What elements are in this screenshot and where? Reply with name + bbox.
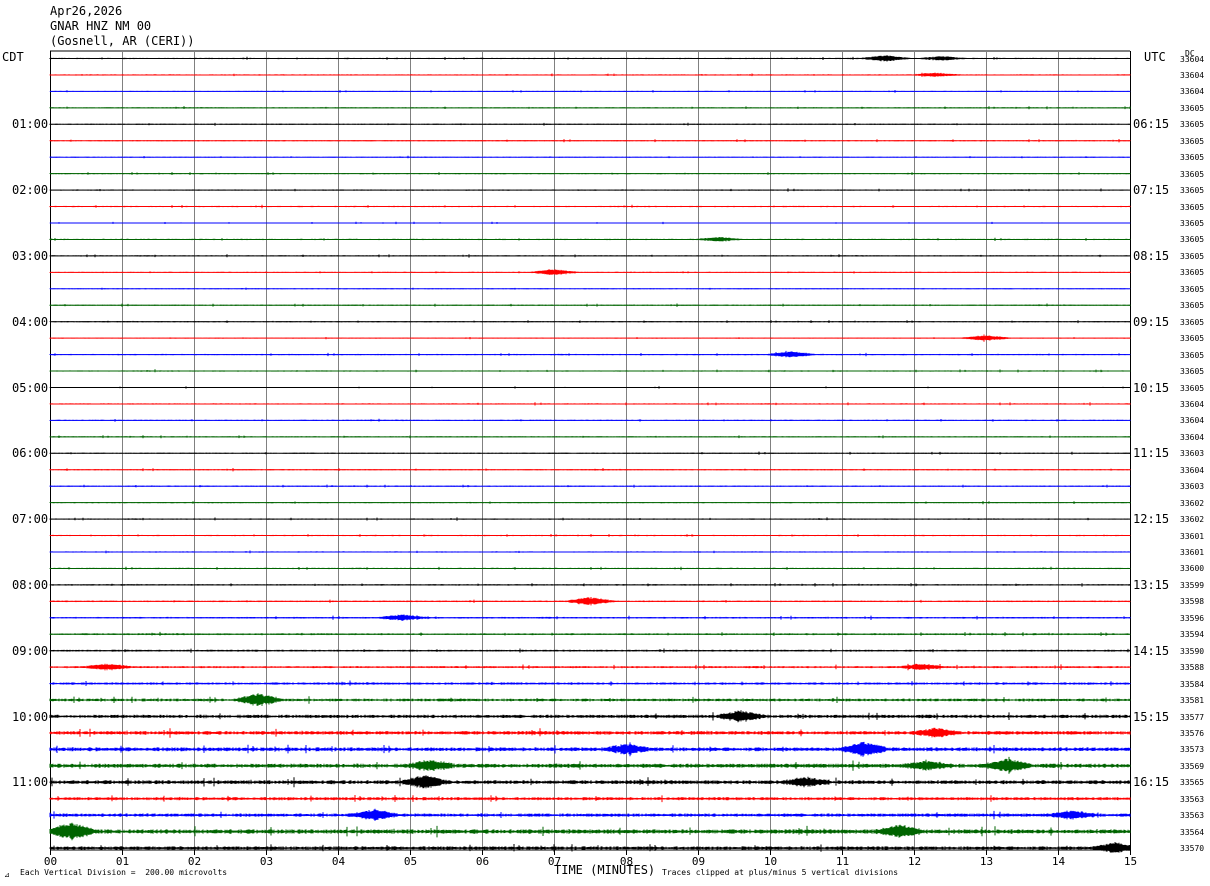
x-tick-label: 03: [260, 855, 273, 866]
x-tick-label: 04: [332, 855, 346, 866]
scale-note: Each Vertical Division = 200.00 microvol…: [20, 868, 228, 877]
seismic-trace: [49, 710, 1131, 723]
seismic-trace: [49, 451, 1131, 455]
seismic-trace: [49, 122, 1131, 126]
x-tick-label: 13: [980, 855, 993, 866]
seismic-trace: [49, 501, 1131, 505]
x-tick-label: 05: [404, 855, 417, 866]
seismic-trace: [49, 72, 1131, 77]
seismic-trace: [49, 350, 1131, 358]
seismic-trace: [49, 756, 1131, 774]
x-tick-label: 02: [188, 855, 201, 866]
seismic-trace: [49, 435, 1131, 439]
seismic-trace: [49, 303, 1131, 307]
seismic-trace: [49, 287, 1131, 290]
seismic-trace: [49, 583, 1131, 587]
seismic-trace: [49, 254, 1131, 258]
x-tick-label: 14: [1052, 855, 1066, 866]
helicorder-plot: 00 01 02 03 04 05 06 07 08 09 10 11 12 13 14 15: [44, 50, 1137, 866]
seismic-trace: [49, 663, 1131, 671]
seismic-trace: [49, 808, 1131, 821]
seismic-trace: [49, 822, 1131, 841]
seismic-trace: [49, 775, 1131, 789]
seismic-trace: [49, 418, 1131, 422]
seismic-trace: [49, 139, 1131, 143]
seismic-trace: [49, 597, 1131, 606]
seismic-trace: [49, 155, 1131, 159]
x-tick-label: 10: [764, 855, 777, 866]
seismic-trace: [49, 648, 1131, 653]
seismic-trace: [49, 55, 1131, 62]
seismic-trace: [49, 741, 1131, 757]
seismic-trace: [49, 727, 1131, 738]
seismic-trace: [49, 237, 1131, 242]
seismic-trace: [49, 534, 1131, 537]
seismic-trace: [49, 90, 1131, 93]
seismic-trace: [49, 550, 1131, 554]
seismic-trace: [49, 221, 1131, 225]
seismic-trace: [49, 369, 1131, 373]
x-tick-label: 00: [44, 855, 57, 866]
seismic-trace: [49, 172, 1131, 175]
x-axis-label: TIME (MINUTES): [554, 863, 656, 877]
seismic-trace: [49, 484, 1131, 488]
seismic-trace: [49, 106, 1131, 110]
seismic-trace: [49, 334, 1131, 342]
seismic-trace: [49, 188, 1131, 192]
seismic-trace: [49, 795, 1131, 803]
x-tick-label: 15: [1124, 855, 1137, 866]
seismic-trace: [49, 517, 1131, 521]
seismic-trace: [49, 842, 1131, 853]
seismic-trace: [49, 402, 1131, 406]
seismic-trace: [49, 680, 1131, 686]
corner-mark: ⊿: [4, 871, 10, 879]
x-tick-label: 11: [836, 855, 849, 866]
x-tick-label: 12: [908, 855, 921, 866]
x-tick-label: 09: [692, 855, 705, 866]
seismic-trace: [49, 386, 1131, 389]
seismic-trace: [49, 566, 1131, 571]
x-tick-label: 06: [476, 855, 489, 866]
seismic-trace: [49, 320, 1131, 324]
seismic-trace: [49, 693, 1131, 706]
seismic-trace: [49, 631, 1131, 637]
seismic-trace: [49, 204, 1131, 209]
seismic-trace: [49, 468, 1131, 472]
seismic-trace: [49, 614, 1131, 621]
x-tick-label: 01: [116, 855, 129, 866]
clip-note: Traces clipped at plus/minus 5 vertical …: [662, 868, 899, 877]
